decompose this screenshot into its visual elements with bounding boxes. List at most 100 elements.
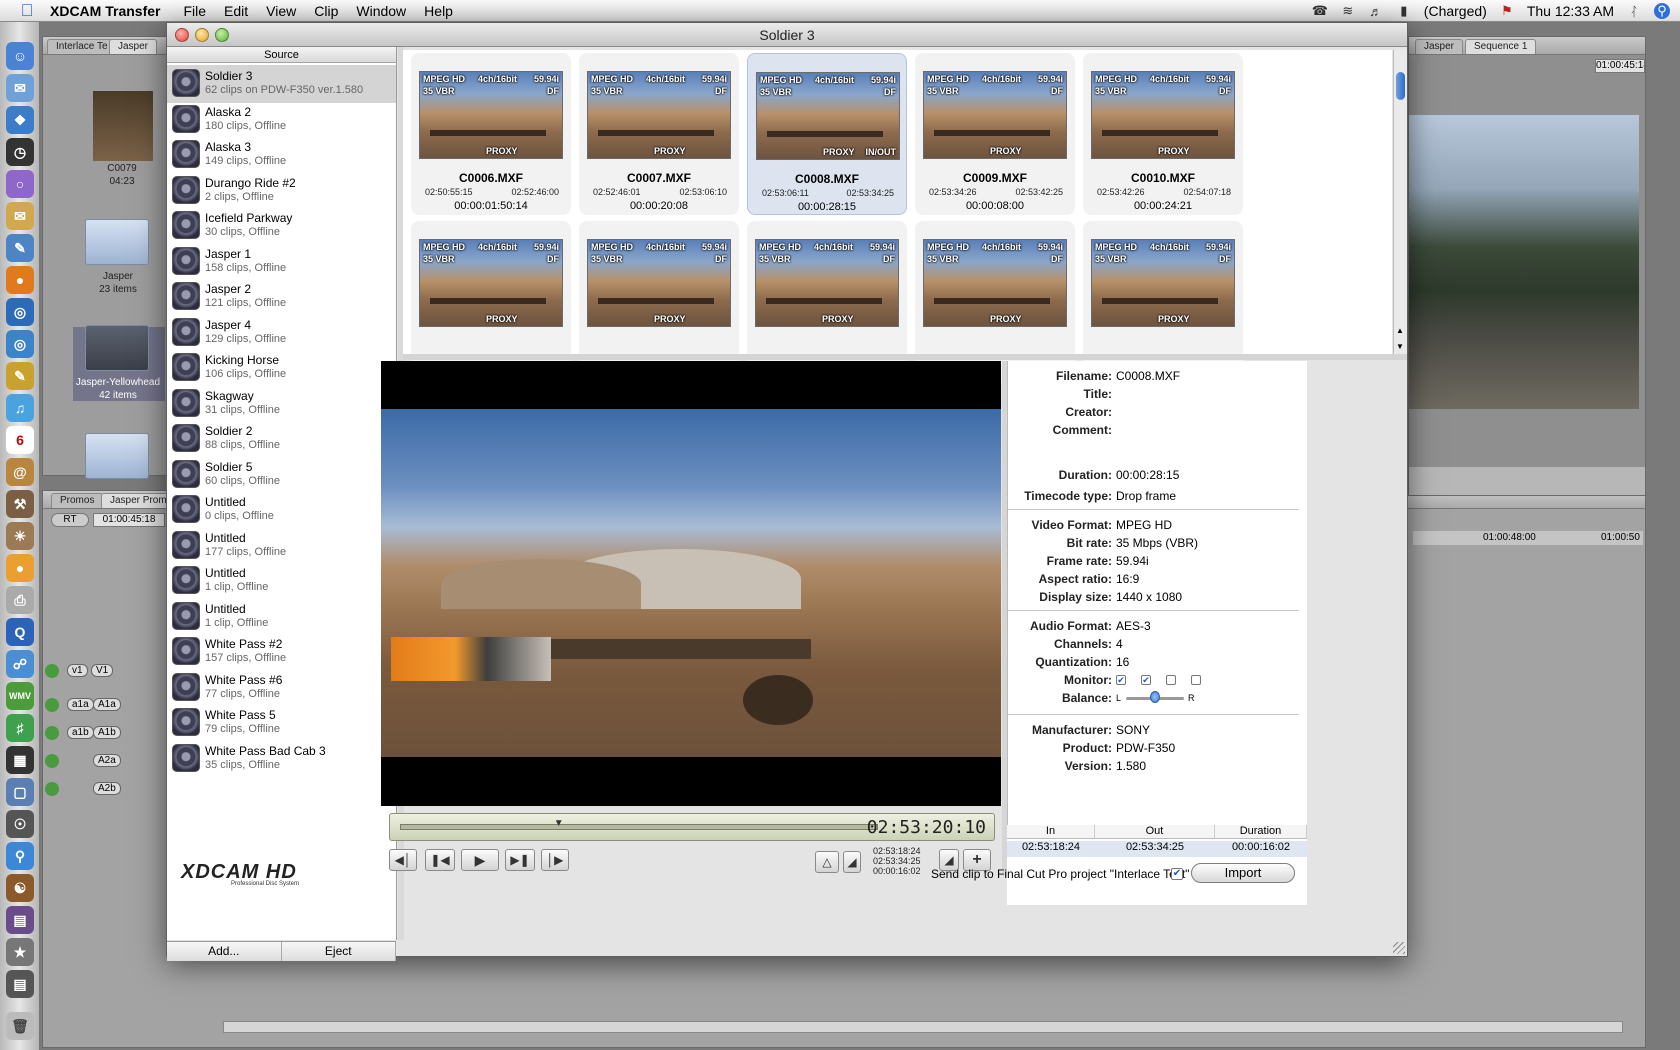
source-item[interactable]: White Pass #6 77 clips, Offline bbox=[167, 669, 396, 707]
track-dest[interactable]: A1b bbox=[93, 726, 121, 739]
clip-thumbnail[interactable]: MPEG HD 4ch/16bit 59.94i 35 VBR DF PROXY bbox=[1091, 239, 1235, 327]
track-row[interactable]: A2a bbox=[43, 751, 167, 771]
trash-icon[interactable]: 🗑 bbox=[6, 1012, 34, 1040]
source-item[interactable]: Alaska 2 180 clips, Offline bbox=[167, 101, 396, 139]
track-visibility-icon[interactable] bbox=[45, 754, 59, 768]
timeline-tab-promos[interactable]: Promos bbox=[51, 493, 104, 508]
volume-icon[interactable]: ♬ bbox=[1368, 4, 1384, 19]
bluetooth-icon[interactable]: ᛮ bbox=[1626, 4, 1642, 19]
ichat-icon[interactable]: ○ bbox=[6, 170, 34, 198]
mark-in-button[interactable]: △ bbox=[815, 851, 839, 873]
scroll-up-arrow-icon[interactable]: ▲ bbox=[1396, 326, 1404, 335]
clip-thumbnail[interactable]: MPEG HD 4ch/16bit 59.94i 35 VBR DF PROXY bbox=[923, 71, 1067, 159]
source-item[interactable]: White Pass #2 157 clips, Offline bbox=[167, 633, 396, 671]
menu-window[interactable]: Window bbox=[356, 3, 406, 19]
canvas-timecode[interactable]: 01:00:45:18 bbox=[1595, 59, 1645, 73]
folder-icon[interactable] bbox=[85, 433, 149, 479]
hammer-icon[interactable]: ⚒ bbox=[6, 490, 34, 518]
track-visibility-icon[interactable] bbox=[45, 698, 59, 712]
search-app-icon[interactable]: ⚲ bbox=[6, 842, 34, 870]
track-source[interactable]: a1a bbox=[67, 698, 94, 711]
document-icon[interactable]: ▤ bbox=[6, 970, 34, 998]
menu-edit[interactable]: Edit bbox=[224, 3, 248, 19]
track-visibility-icon[interactable] bbox=[45, 726, 59, 740]
monitor-ch2-checkbox[interactable]: ✔ bbox=[1141, 675, 1151, 685]
clip-thumbnail[interactable]: MPEG HD 4ch/16bit 59.94i 35 VBR DF PROXY bbox=[587, 239, 731, 327]
us-flag-icon[interactable]: ⚑ bbox=[1499, 3, 1515, 19]
track-row[interactable]: v1 V1 bbox=[43, 661, 167, 681]
folder-icon[interactable] bbox=[85, 325, 149, 371]
send-to-fcp-checkbox[interactable]: ✔ bbox=[1171, 868, 1183, 880]
source-item[interactable]: Untitled 1 clip, Offline bbox=[167, 562, 396, 600]
clip-cell[interactable]: MPEG HD 4ch/16bit 59.94i 35 VBR DF PROXY C0007… bbox=[579, 53, 739, 215]
source-item[interactable]: Untitled 177 clips, Offline bbox=[167, 527, 396, 565]
clip-cell[interactable]: MPEG HD 4ch/16bit 59.94i 35 VBR DF PROXY C0009… bbox=[915, 53, 1075, 215]
spotlight-icon[interactable]: ⚲ bbox=[1654, 3, 1670, 19]
source-item[interactable]: White Pass 5 79 clips, Offline bbox=[167, 704, 396, 742]
wifi-icon[interactable]: ≋ bbox=[1340, 3, 1356, 19]
track-source[interactable]: a1b bbox=[67, 726, 94, 739]
monitor-ch4-checkbox[interactable] bbox=[1191, 675, 1201, 685]
source-item[interactable]: Soldier 5 60 clips, Offline bbox=[167, 456, 396, 494]
duration-column-header[interactable]: Duration bbox=[1215, 825, 1307, 839]
scrubber-bar[interactable]: ▼ 02:53:20:10 bbox=[389, 813, 995, 841]
clip-thumbnail[interactable]: MPEG HD 4ch/16bit 59.94i 35 VBR DF PROXY bbox=[587, 71, 731, 159]
track-dest[interactable]: A2a bbox=[93, 754, 121, 767]
rt-popup[interactable]: RT bbox=[51, 513, 89, 527]
menu-view[interactable]: View bbox=[266, 3, 296, 19]
menu-clip[interactable]: Clip bbox=[314, 3, 338, 19]
in-column-header[interactable]: In bbox=[1007, 825, 1095, 839]
green-app-icon[interactable]: ♯ bbox=[6, 714, 34, 742]
source-item[interactable]: Skagway 31 clips, Offline bbox=[167, 385, 396, 423]
track-row[interactable]: A2b bbox=[43, 779, 167, 799]
source-item[interactable]: Jasper 4 129 clips, Offline bbox=[167, 314, 396, 352]
fish-icon[interactable]: ☯ bbox=[6, 874, 34, 902]
dvd-icon[interactable]: ☉ bbox=[6, 810, 34, 838]
timeline-timecode[interactable]: 01:00:45:18 bbox=[93, 513, 165, 527]
clip-cell[interactable]: MPEG HD 4ch/16bit 59.94i 35 VBR DF PROXY C0010… bbox=[1083, 53, 1243, 215]
source-item[interactable]: Jasper 2 121 clips, Offline bbox=[167, 278, 396, 316]
source-item[interactable]: Kicking Horse 106 clips, Offline bbox=[167, 349, 396, 387]
track-dest[interactable]: V1 bbox=[91, 664, 114, 677]
source-item[interactable]: White Pass Bad Cab 3 35 clips, Offline bbox=[167, 740, 396, 778]
menu-file[interactable]: File bbox=[183, 3, 206, 19]
clock-icon[interactable]: ◷ bbox=[6, 138, 34, 166]
track-dest[interactable]: A1a bbox=[93, 698, 121, 711]
menu-app-name[interactable]: XDCAM Transfer bbox=[50, 3, 160, 19]
go-to-end-button[interactable]: │▶ bbox=[541, 849, 569, 871]
timeline-ruler[interactable]: 01:00:48:00 01:00:50 bbox=[1413, 531, 1643, 545]
scroll-down-arrow-icon[interactable]: ▼ bbox=[1396, 342, 1404, 351]
disk-utility-icon[interactable]: ☍ bbox=[6, 650, 34, 678]
monitor-ch3-checkbox[interactable] bbox=[1166, 675, 1176, 685]
in-value[interactable]: 02:53:18:24 bbox=[1007, 841, 1095, 857]
track-visibility-icon[interactable] bbox=[45, 782, 59, 796]
timeline-scrollbar[interactable] bbox=[223, 1021, 1623, 1033]
track-visibility-icon[interactable] bbox=[45, 664, 59, 678]
canvas-tab-jasper[interactable]: Jasper bbox=[1415, 39, 1464, 54]
menu-help[interactable]: Help bbox=[424, 3, 453, 19]
source-item[interactable]: Durango Ride #2 2 clips, Offline bbox=[167, 172, 396, 210]
browser-tab-jasper[interactable]: Jasper bbox=[109, 39, 158, 54]
folder-icon[interactable] bbox=[85, 219, 149, 265]
scroll-thumb[interactable] bbox=[1396, 72, 1405, 100]
track-row[interactable]: a1a A1a bbox=[43, 695, 167, 715]
script-icon[interactable]: ★ bbox=[6, 938, 34, 966]
safari-icon[interactable]: ❖ bbox=[6, 106, 34, 134]
movie-icon[interactable]: ▤ bbox=[6, 906, 34, 934]
clip-thumbnail[interactable]: MPEG HD 4ch/16bit 59.94i 35 VBR DF PROXY bbox=[419, 71, 563, 159]
grid-splitter[interactable] bbox=[403, 354, 1407, 360]
network-icon[interactable]: ◎ bbox=[6, 298, 34, 326]
clapper-icon[interactable]: ▦ bbox=[6, 746, 34, 774]
video-viewer[interactable] bbox=[381, 361, 1001, 806]
canvas-transport[interactable] bbox=[1409, 467, 1645, 495]
itunes-icon[interactable]: ♫ bbox=[6, 394, 34, 422]
track-source[interactable]: v1 bbox=[67, 664, 88, 677]
source-item[interactable]: Untitled 0 clips, Offline bbox=[167, 491, 396, 529]
browser-tab-interlace[interactable]: Interlace Te bbox=[47, 39, 117, 54]
source-item[interactable]: Icefield Parkway 30 clips, Offline bbox=[167, 207, 396, 245]
phone-icon[interactable]: ☎ bbox=[1312, 3, 1328, 19]
clip-thumbnail[interactable]: MPEG HD 4ch/16bit 59.94i 35 VBR DF PROXY IN/OU… bbox=[756, 72, 900, 160]
textedit-icon[interactable]: ✎ bbox=[6, 234, 34, 262]
iphoto-icon[interactable]: ☀ bbox=[6, 522, 34, 550]
inbox-icon[interactable]: ✉ bbox=[6, 202, 34, 230]
